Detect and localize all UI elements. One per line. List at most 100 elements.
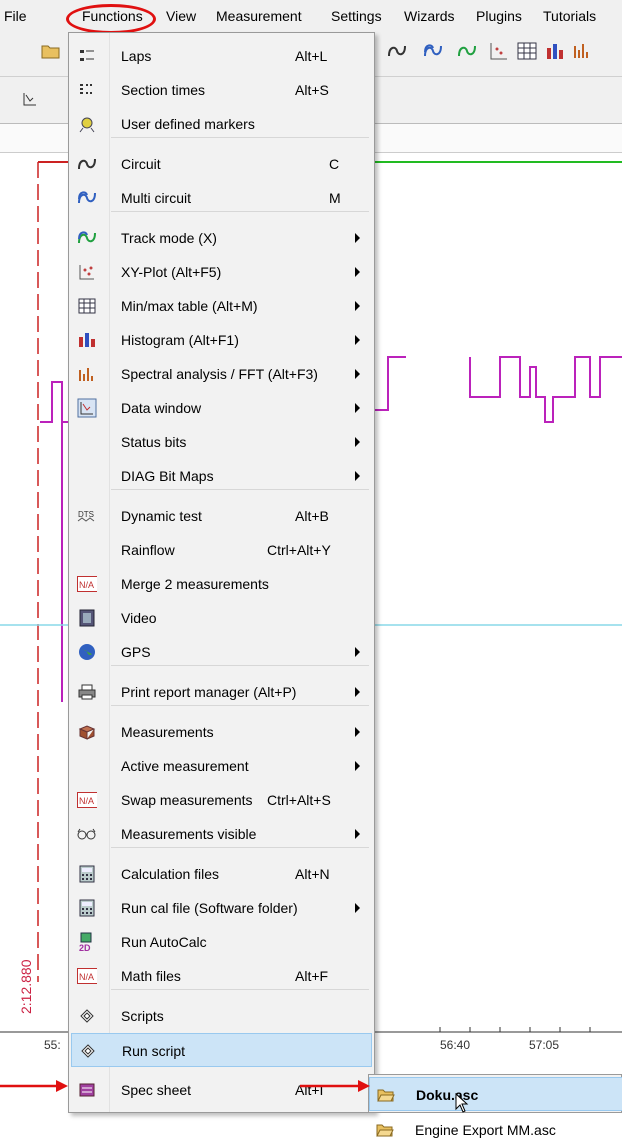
menu-item-spectral-analysis-fft-alt-f3[interactable]: Spectral analysis / FFT (Alt+F3) <box>71 357 372 391</box>
x-tick-label: 57:05 <box>529 1038 560 1052</box>
functions-highlight-ellipse <box>66 4 156 34</box>
menu-file[interactable]: File <box>4 8 27 24</box>
menu-item-video[interactable]: Video <box>71 601 372 635</box>
annotation-arrow-right <box>300 1080 370 1092</box>
menu-item-laps[interactable]: Laps Alt+L <box>71 39 372 73</box>
histogram-icon <box>77 330 97 350</box>
open-folder-icon[interactable] <box>40 40 62 62</box>
submenu-arrow-icon <box>355 727 360 737</box>
fft-icon[interactable] <box>572 40 594 62</box>
svg-text:N/A: N/A <box>79 972 94 982</box>
submenu-arrow-icon <box>355 471 360 481</box>
dynamic-test-icon: DTS <box>77 506 97 526</box>
menu-item-shortcut: Alt+N <box>295 866 330 882</box>
menu-item-label: Spectral analysis / FFT (Alt+F3) <box>121 366 318 382</box>
menu-item-label: Swap measurements <box>121 792 253 808</box>
xy-plot-icon[interactable] <box>488 40 510 62</box>
menu-item-merge-2-measurements[interactable]: N/A Merge 2 measurements <box>71 567 372 601</box>
menu-item-histogram-alt-f1[interactable]: Histogram (Alt+F1) <box>71 323 372 357</box>
menu-item-swap-measurements[interactable]: N/A Swap measurements Ctrl+Alt+S <box>71 783 372 817</box>
menu-item-calculation-files[interactable]: Calculation files Alt+N <box>71 857 372 891</box>
menu-item-active-measurement[interactable]: Active measurement <box>71 749 372 783</box>
menu-item-label: Data window <box>121 400 202 416</box>
menu-plugins[interactable]: Plugins <box>476 8 522 24</box>
menu-item-xy-plot-alt-f5[interactable]: XY-Plot (Alt+F5) <box>71 255 372 289</box>
menu-item-dynamic-test[interactable]: DTS Dynamic test Alt+B <box>71 499 372 533</box>
menu-item-measurements-visible[interactable]: Measurements visible <box>71 817 372 851</box>
menu-item-label: GPS <box>121 644 151 660</box>
menu-item-user-defined-markers[interactable]: User defined markers <box>71 107 372 141</box>
menu-item-label: Multi circuit <box>121 190 192 206</box>
menu-item-label: XY-Plot (Alt+F5) <box>121 264 222 280</box>
menu-item-label: Section times <box>121 82 206 98</box>
menu-item-section-times[interactable]: Section times Alt+S <box>71 73 372 107</box>
functions-menu: Laps Alt+L Section times Alt+S User defined … <box>68 32 375 1113</box>
globe-icon <box>77 642 97 662</box>
script-icon <box>78 1041 98 1061</box>
menu-item-label: Track mode (X) <box>121 230 217 246</box>
menu-measurement[interactable]: Measurement <box>216 8 302 24</box>
menu-item-math-files[interactable]: N/A Math files Alt+F <box>71 959 372 993</box>
menu-wizards[interactable]: Wizards <box>404 8 455 24</box>
measurements-icon <box>77 722 97 742</box>
menu-item-scripts[interactable]: Scripts <box>71 999 372 1033</box>
menu-item-label: Histogram (Alt+F1) <box>121 332 239 348</box>
histogram-icon[interactable] <box>544 40 566 62</box>
circuit-icon[interactable] <box>386 40 408 62</box>
menu-bar: File Functions View Measurement Settings… <box>0 0 622 34</box>
submenu-arrow-icon <box>355 369 360 379</box>
submenu-arrow-icon <box>355 301 360 311</box>
menu-item-multi-circuit[interactable]: Multi circuit M <box>71 181 372 215</box>
calculator-icon <box>77 898 97 918</box>
multi-circuit-icon[interactable] <box>422 40 444 62</box>
run-script-submenu: Doku.asc Engine Export MM.asc <box>368 1074 622 1138</box>
minmax-table-icon[interactable] <box>516 40 538 62</box>
folder-open-icon <box>376 1085 396 1105</box>
menu-item-rainflow[interactable]: Rainflow Ctrl+Alt+Y <box>71 533 372 567</box>
menu-item-label: Print report manager (Alt+P) <box>121 684 297 700</box>
menu-item-gps[interactable]: GPS <box>71 635 372 669</box>
menu-item-print-report-manager-alt-p[interactable]: Print report manager (Alt+P) <box>71 675 372 709</box>
menu-item-min-max-table-alt-m[interactable]: Min/max table (Alt+M) <box>71 289 372 323</box>
menu-view[interactable]: View <box>166 8 196 24</box>
menu-tutorials[interactable]: Tutorials <box>543 8 596 24</box>
markers-icon <box>77 114 97 134</box>
menu-item-label: Active measurement <box>121 758 249 774</box>
data-window-icon[interactable] <box>22 91 38 110</box>
calculator-icon <box>77 864 97 884</box>
menu-item-circuit[interactable]: Circuit C <box>71 147 372 181</box>
svg-text:N/A: N/A <box>79 796 94 806</box>
menu-item-label: Rainflow <box>121 542 175 558</box>
section-times-icon <box>77 80 97 100</box>
menu-item-measurements[interactable]: Measurements <box>71 715 372 749</box>
menu-item-run-script[interactable]: Run script <box>71 1033 372 1067</box>
submenu-arrow-icon <box>355 829 360 839</box>
menu-item-label: Measurements <box>121 724 214 740</box>
menu-item-shortcut: C <box>329 156 340 172</box>
xy-plot-icon <box>77 262 97 282</box>
menu-item-label: Status bits <box>121 434 187 450</box>
submenu-item-label: Engine Export MM.asc <box>415 1122 556 1138</box>
menu-item-run-cal-file-software-folder[interactable]: Run cal file (Software folder) <box>71 891 372 925</box>
script-icon <box>77 1006 97 1026</box>
menu-item-status-bits[interactable]: Status bits <box>71 425 372 459</box>
submenu-arrow-icon <box>355 437 360 447</box>
menu-item-diag-bit-maps[interactable]: DIAG Bit Maps <box>71 459 372 493</box>
submenu-item-doku[interactable]: Doku.asc <box>369 1077 622 1111</box>
menu-item-label: Run cal file (Software folder) <box>121 900 298 916</box>
data-window-icon <box>77 398 97 418</box>
na-icon: N/A <box>77 574 97 594</box>
svg-text:DTS: DTS <box>78 510 94 519</box>
menu-item-run-autocalc[interactable]: 2D Run AutoCalc <box>71 925 372 959</box>
multi-circuit-icon <box>77 188 97 208</box>
x-tick-label: 55: <box>44 1038 61 1052</box>
submenu-arrow-icon <box>355 403 360 413</box>
menu-item-data-window[interactable]: Data window <box>71 391 372 425</box>
menu-settings[interactable]: Settings <box>331 8 382 24</box>
menu-item-shortcut: Ctrl+Alt+S <box>267 792 331 808</box>
submenu-item-engine-export[interactable]: Engine Export MM.asc <box>369 1113 622 1147</box>
menu-item-label: DIAG Bit Maps <box>121 468 214 484</box>
menu-item-track-mode-x[interactable]: Track mode (X) <box>71 221 372 255</box>
svg-text:2D: 2D <box>79 943 91 952</box>
track-mode-icon[interactable] <box>456 40 478 62</box>
